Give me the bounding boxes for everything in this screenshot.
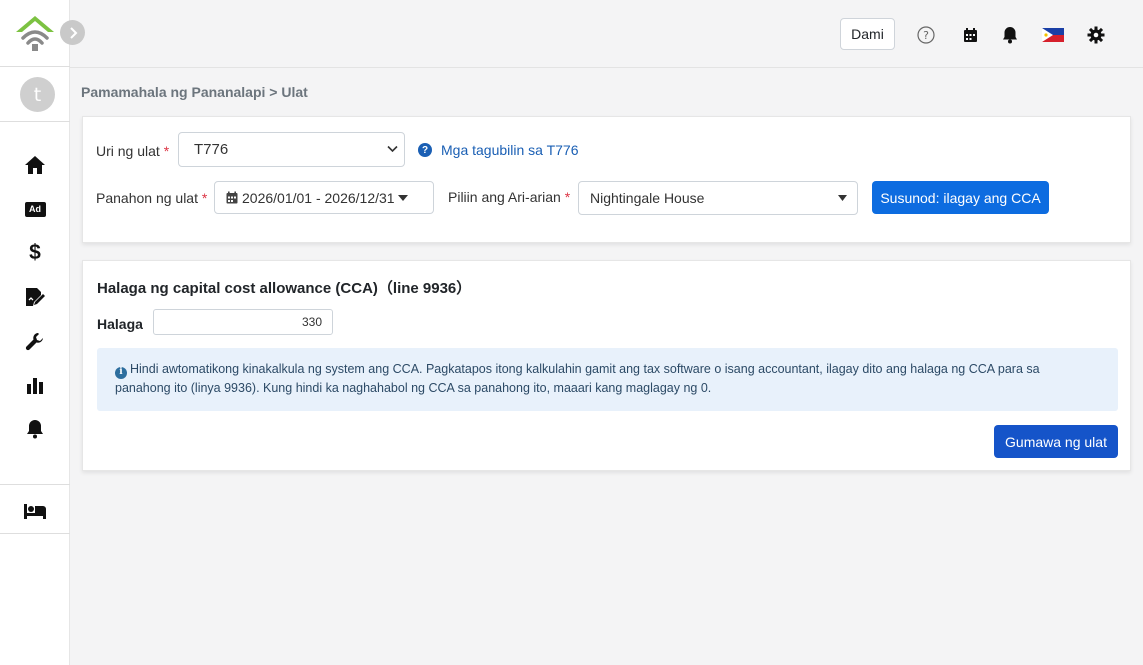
- home-icon[interactable]: [22, 153, 48, 177]
- avatar[interactable]: t: [20, 77, 55, 112]
- sidebar-divider: [0, 66, 70, 67]
- period-label-text: Panahon ng ulat: [96, 190, 198, 206]
- ad-icon-label: Ad: [24, 201, 46, 217]
- next-enter-cca-button[interactable]: Susunod: ilagay ang CCA: [872, 181, 1049, 214]
- chevron-down-icon: [387, 145, 398, 153]
- property-select[interactable]: Nightingale House: [578, 181, 858, 215]
- period-picker[interactable]: 2026/01/01 - 2026/12/31: [214, 181, 434, 214]
- required-marker: *: [163, 143, 170, 159]
- period-value: 2026/01/01 - 2026/12/31: [242, 189, 395, 206]
- property-label-text: Piliin ang Ari-arian: [448, 189, 561, 205]
- bar-chart-icon[interactable]: [22, 373, 48, 397]
- report-type-label-text: Uri ng ulat: [96, 143, 160, 159]
- philippines-flag-icon[interactable]: [1042, 24, 1064, 46]
- logo-icon[interactable]: [14, 14, 56, 52]
- ad-icon[interactable]: Ad: [22, 197, 48, 221]
- bed-icon[interactable]: [22, 499, 48, 523]
- instructions-link[interactable]: ? Mga tagubilin sa T776: [418, 142, 579, 158]
- cca-info-alert: i Hindi awtomatikong kinakalkula ng syste…: [97, 348, 1118, 411]
- gear-icon[interactable]: [1085, 24, 1107, 46]
- amount-label: Halaga: [97, 316, 143, 332]
- more-button[interactable]: Dami: [840, 18, 895, 50]
- caret-down-icon: [397, 194, 408, 201]
- calendar-icon: [226, 191, 238, 204]
- report-type-value: T776: [194, 141, 229, 158]
- bell-icon[interactable]: [22, 417, 48, 441]
- cca-card: Halaga ng capital cost allowance (CCA)（l…: [82, 260, 1131, 471]
- sidebar-divider: [0, 484, 70, 485]
- avatar-letter: t: [33, 83, 42, 106]
- help-icon[interactable]: ?: [915, 24, 937, 46]
- contract-icon[interactable]: [22, 285, 48, 309]
- top-bar: Dami ?: [70, 0, 1143, 68]
- bell-icon[interactable]: [999, 24, 1021, 46]
- sidebar-divider: [0, 533, 70, 534]
- info-icon: i: [115, 366, 127, 379]
- required-marker: *: [564, 189, 571, 205]
- generate-report-button[interactable]: Gumawa ng ulat: [994, 425, 1118, 458]
- amount-input[interactable]: 330: [153, 309, 333, 335]
- chevron-right-icon: [69, 26, 77, 39]
- report-filters-card: Uri ng ulat * T776 ? Mga tagubilin sa T7…: [82, 116, 1131, 243]
- instructions-link-text: Mga tagubilin sa T776: [441, 142, 579, 158]
- period-label: Panahon ng ulat *: [96, 190, 207, 206]
- property-value: Nightingale House: [590, 190, 705, 206]
- report-type-label: Uri ng ulat *: [96, 143, 169, 159]
- cca-info-text: Hindi awtomatikong kinakalkula ng system…: [115, 362, 1040, 395]
- sidebar-divider: [0, 121, 70, 122]
- caret-down-icon: [838, 195, 847, 201]
- dollar-icon[interactable]: $: [22, 241, 48, 265]
- property-label: Piliin ang Ari-arian *: [448, 189, 570, 205]
- report-type-select[interactable]: T776: [178, 132, 405, 167]
- breadcrumb: Pamamahala ng Pananalapi > Ulat: [81, 84, 308, 100]
- dollar-icon-label: $: [29, 241, 41, 264]
- question-circle-icon: ?: [418, 143, 432, 157]
- calendar-icon[interactable]: [959, 24, 981, 46]
- collapse-sidebar-button[interactable]: [60, 20, 85, 45]
- cca-section-title: Halaga ng capital cost allowance (CCA)（l…: [97, 280, 472, 297]
- required-marker: *: [201, 190, 208, 206]
- svg-text:?: ?: [923, 29, 929, 42]
- sidebar: t Ad $: [0, 0, 70, 665]
- wrench-icon[interactable]: [22, 329, 48, 353]
